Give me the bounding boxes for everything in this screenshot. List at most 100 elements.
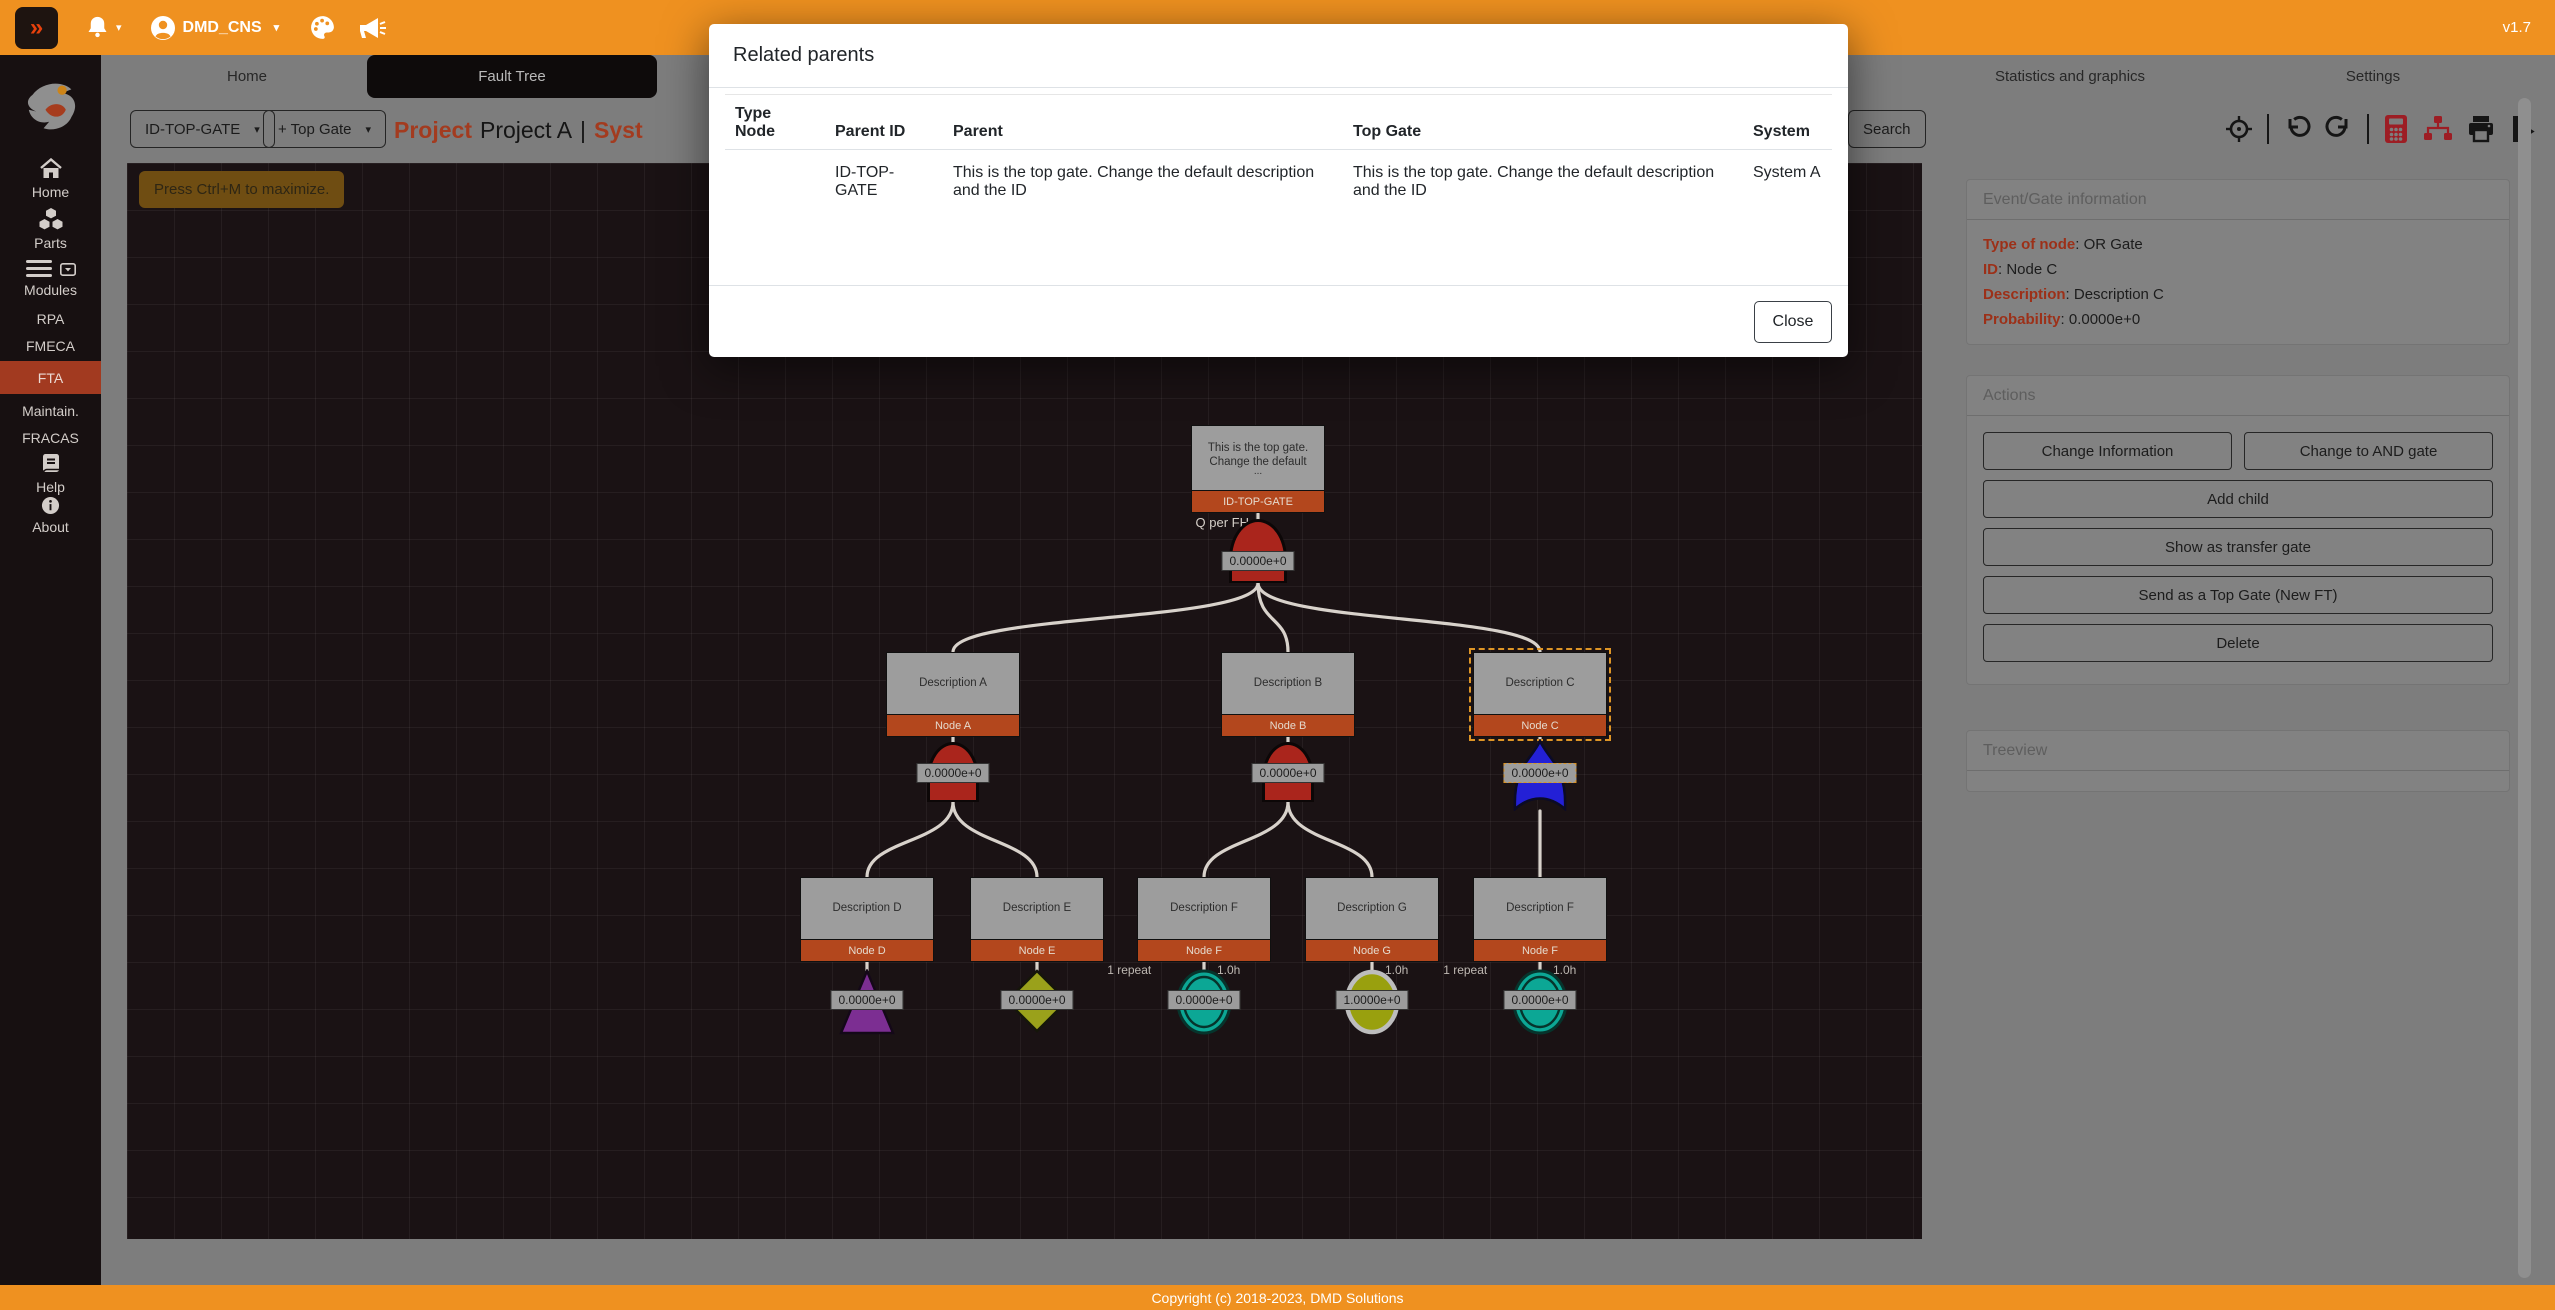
search-button[interactable]: Search xyxy=(1848,110,1926,148)
print-icon[interactable] xyxy=(2467,115,2495,143)
footer: Copyright (c) 2018-2023, DMD Solutions xyxy=(0,1285,2555,1310)
app-logo[interactable] xyxy=(0,77,101,135)
card-title: Actions xyxy=(1967,376,2509,416)
node-probability-value: 0.0000e+0 xyxy=(1503,763,1576,783)
tree-node-f1[interactable]: Description F Node F xyxy=(1137,877,1271,962)
node-probability-value: 0.0000e+0 xyxy=(1000,990,1073,1010)
system-name: Syst xyxy=(594,117,643,144)
sidebar-item-modules[interactable]: Modules xyxy=(0,260,101,298)
event-gate-information-card: Event/Gate information Type of node: OR … xyxy=(1966,179,2510,345)
tree-node-top-gate[interactable]: This is the top gate. Change the default… xyxy=(1191,425,1325,513)
tab-fault-tree[interactable]: Fault Tree xyxy=(367,55,657,98)
node-id-bar: Node C xyxy=(1473,715,1607,737)
node-description: Description F xyxy=(1137,877,1271,940)
caret-down-icon: ▾ xyxy=(254,123,260,136)
info-description: Description: Description C xyxy=(1983,282,2493,307)
top-gate-unit-label: Q per FH xyxy=(1157,515,1249,530)
treeview-card: Treeview xyxy=(1966,730,2510,792)
node-id-bar: Node G xyxy=(1305,940,1439,962)
col-header-parent-id: Parent ID xyxy=(825,95,943,150)
actions-card: Actions Change Information Change to AND… xyxy=(1966,375,2510,685)
menu-icon xyxy=(26,260,52,278)
add-child-button[interactable]: Add child xyxy=(1983,480,2493,518)
locate-icon[interactable] xyxy=(2225,115,2253,143)
tree-node-g[interactable]: Description G Node G xyxy=(1305,877,1439,962)
field-value: Description C xyxy=(2074,286,2164,303)
change-to-and-gate-button[interactable]: Change to AND gate xyxy=(2244,432,2493,470)
sidebar-item-fta[interactable]: FTA xyxy=(0,361,101,394)
ellipsis-indicator: ... xyxy=(1254,470,1262,474)
cell-type-node xyxy=(725,150,825,242)
sidebar-item-fracas[interactable]: FRACAS xyxy=(0,430,101,446)
field-colon: : xyxy=(1998,261,2002,278)
sidebar-item-parts[interactable]: Parts xyxy=(0,207,101,251)
tab-home[interactable]: Home xyxy=(127,55,367,98)
show-as-transfer-gate-button[interactable]: Show as transfer gate xyxy=(1983,528,2493,566)
sidebar-item-fmeca[interactable]: FMECA xyxy=(0,338,101,354)
field-label: Probability xyxy=(1983,311,2061,328)
sidebar-item-label: Home xyxy=(32,184,69,200)
tree-node-e[interactable]: Description E Node E xyxy=(970,877,1104,962)
cell-system: System A xyxy=(1743,150,1832,242)
tree-node-c-selected[interactable]: Description C Node C xyxy=(1473,652,1607,737)
modal-footer: Close xyxy=(709,285,1848,357)
node-description: Description D xyxy=(800,877,934,940)
user-caret-icon: ▾ xyxy=(274,21,280,34)
col-header-type-node: Type Node xyxy=(725,95,825,150)
sidebar-expand-button[interactable]: » xyxy=(15,7,58,49)
sidebar-item-label: Parts xyxy=(34,235,67,251)
tab-label: Fault Tree xyxy=(478,68,546,85)
breadcrumb: Project Project A | Syst xyxy=(394,98,643,163)
diagram-icon[interactable] xyxy=(2423,115,2453,143)
toolbar-divider xyxy=(2367,114,2369,144)
field-label: Description xyxy=(1983,286,2066,303)
sidebar: Home Parts Modules RPA FMECA FTA Maintai… xyxy=(0,55,101,1285)
tab-settings[interactable]: Settings xyxy=(2235,55,2511,98)
field-label: ID xyxy=(1983,261,1998,278)
username-label: DMD_CNS xyxy=(183,19,262,37)
node-probability-value: 1.0000e+0 xyxy=(1335,990,1408,1010)
cell-parent-id: ID-TOP-GATE xyxy=(825,150,943,242)
redo-icon[interactable] xyxy=(2325,115,2353,143)
node-id-bar: Node B xyxy=(1221,715,1355,737)
panel-scrollbar[interactable] xyxy=(2518,98,2531,1278)
add-top-gate-dropdown[interactable]: + Top Gate ▾ xyxy=(263,110,386,148)
user-menu[interactable]: DMD_CNS ▾ xyxy=(150,15,280,41)
send-as-top-gate-button[interactable]: Send as a Top Gate (New FT) xyxy=(1983,576,2493,614)
tree-node-b[interactable]: Description B Node B xyxy=(1221,652,1355,737)
undo-icon[interactable] xyxy=(2283,115,2311,143)
gate-select-dropdown[interactable]: ID-TOP-GATE ▾ xyxy=(130,110,275,148)
book-icon xyxy=(39,453,63,475)
delete-button[interactable]: Delete xyxy=(1983,624,2493,662)
notifications-bell-icon[interactable] xyxy=(84,14,111,41)
node-id-bar: Node F xyxy=(1473,940,1607,962)
node-description: Description G xyxy=(1305,877,1439,940)
sidebar-item-help[interactable]: Help xyxy=(0,453,101,495)
app-version: v1.7 xyxy=(2503,19,2531,36)
sidebar-item-maintain[interactable]: Maintain. xyxy=(0,403,101,419)
add-top-gate-label: + Top Gate xyxy=(278,121,352,138)
announcements-megaphone-icon[interactable] xyxy=(358,15,388,41)
close-button[interactable]: Close xyxy=(1754,301,1832,343)
node-probability-value: 0.0000e+0 xyxy=(1251,763,1324,783)
calculator-icon[interactable] xyxy=(2383,114,2409,144)
tree-node-f2[interactable]: Description F Node F xyxy=(1473,877,1607,962)
breadcrumb-separator: | xyxy=(580,117,586,144)
app-screen: » ▾ DMD_CNS ▾ v1.7 Home xyxy=(0,0,2555,1310)
tree-node-d[interactable]: Description D Node D xyxy=(800,877,934,962)
tree-node-a[interactable]: Description A Node A xyxy=(886,652,1020,737)
related-parents-table: Type Node Parent ID Parent Top Gate Syst… xyxy=(725,94,1832,242)
node-probability-value: 0.0000e+0 xyxy=(1167,990,1240,1010)
sidebar-item-rpa[interactable]: RPA xyxy=(0,311,101,327)
sidebar-item-about[interactable]: About xyxy=(0,496,101,535)
sidebar-item-label: FRACAS xyxy=(22,430,79,446)
copyright-text: Copyright (c) 2018-2023, DMD Solutions xyxy=(1151,1290,1403,1306)
tab-statistics-and-graphics[interactable]: Statistics and graphics xyxy=(1905,55,2235,98)
home-icon xyxy=(39,158,63,180)
change-information-button[interactable]: Change Information xyxy=(1983,432,2232,470)
sidebar-item-home[interactable]: Home xyxy=(0,158,101,200)
bell-caret-icon[interactable]: ▾ xyxy=(116,21,122,34)
node-probability-value: 0.0000e+0 xyxy=(1221,551,1294,571)
person-circle-icon xyxy=(150,15,176,41)
theme-palette-icon[interactable] xyxy=(309,14,336,41)
